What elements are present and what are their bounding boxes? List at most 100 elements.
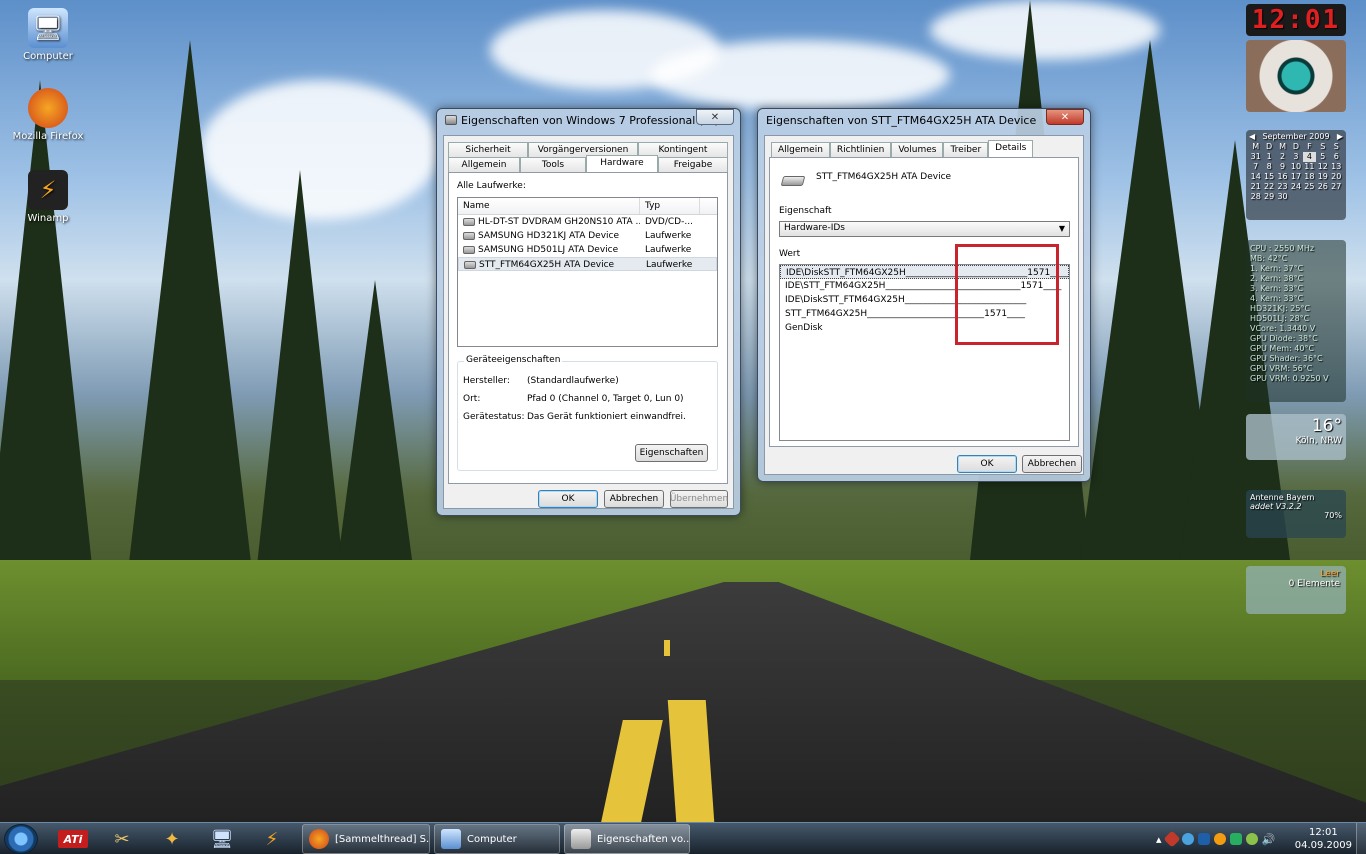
calendar-day[interactable]: 26 — [1316, 182, 1329, 192]
tab-volumes[interactable]: Volumes — [891, 142, 944, 157]
window-title-bar[interactable]: Eigenschaften von Windows 7 Professional… — [437, 109, 740, 131]
calendar-day[interactable]: 27 — [1330, 182, 1343, 192]
calendar-day[interactable]: 17 — [1289, 172, 1302, 182]
calendar-prev-icon[interactable]: ◀ — [1249, 132, 1255, 141]
drive-row[interactable]: HL-DT-ST DVDRAM GH20NS10 ATA ... DVD/CD-… — [458, 215, 717, 229]
calendar-day[interactable]: 30 — [1276, 192, 1289, 202]
tools-pinned-icon[interactable]: ✂ — [102, 826, 142, 852]
tab-hardware[interactable]: Hardware — [586, 155, 658, 172]
puzzle-pinned-icon[interactable]: ✦ — [152, 826, 192, 852]
calendar-day[interactable] — [1303, 192, 1316, 202]
recycle-bin-gadget[interactable]: Leer 0 Elemente — [1246, 566, 1346, 614]
ok-button[interactable]: OK — [538, 490, 598, 508]
tab-sicherheit[interactable]: Sicherheit — [448, 142, 528, 157]
calendar-day[interactable]: 10 — [1289, 162, 1302, 172]
calendar-day-today[interactable]: 4 — [1302, 152, 1317, 162]
calendar-day[interactable]: 12 — [1316, 162, 1329, 172]
calendar-day[interactable]: 15 — [1262, 172, 1275, 182]
radio-gadget[interactable]: Antenne Bayern addet V3.2.2 70% — [1246, 490, 1346, 538]
winamp-pinned-icon[interactable]: ⚡ — [252, 826, 292, 852]
ok-button[interactable]: OK — [957, 455, 1017, 473]
column-header-type[interactable]: Typ — [640, 198, 700, 214]
calendar-day[interactable]: 1 — [1262, 152, 1275, 162]
apply-button[interactable]: Übernehmen — [670, 490, 728, 508]
calendar-day[interactable] — [1289, 192, 1302, 202]
computer-icon — [441, 829, 461, 849]
calendar-day[interactable]: 22 — [1262, 182, 1275, 192]
calendar-day[interactable]: 3 — [1289, 152, 1302, 162]
tray-expand-icon[interactable]: ▴ — [1156, 833, 1162, 846]
drive-row[interactable]: SAMSUNG HD321KJ ATA Device Laufwerke — [458, 229, 717, 243]
start-button[interactable] — [4, 824, 38, 854]
system-monitor-gadget[interactable]: CPU : 2550 MHz MB: 42°C 1. Kern: 37°C 2.… — [1246, 240, 1346, 402]
tray-info-icon[interactable] — [1213, 833, 1226, 845]
task-firefox[interactable]: [Sammelthread] S... — [302, 824, 430, 854]
calendar-day[interactable]: 9 — [1276, 162, 1289, 172]
drive-row[interactable]: SAMSUNG HD501LJ ATA Device Laufwerke — [458, 243, 717, 257]
calendar-day[interactable]: 18 — [1303, 172, 1316, 182]
calendar-day[interactable]: 19 — [1316, 172, 1329, 182]
cancel-button[interactable]: Abbrechen — [604, 490, 664, 508]
properties-button[interactable]: Eigenschaften — [635, 444, 708, 462]
task-computer[interactable]: Computer — [434, 824, 560, 854]
volume-icon[interactable]: 🔊 — [1262, 833, 1276, 846]
device-properties-group: Geräteeigenschaften Hersteller: (Standar… — [457, 355, 718, 471]
calendar-day[interactable]: 16 — [1276, 172, 1289, 182]
close-button[interactable]: ✕ — [1046, 109, 1084, 125]
tab-treiber[interactable]: Treiber — [943, 142, 989, 157]
calendar-day[interactable]: 20 — [1330, 172, 1343, 182]
taskbar-clock[interactable]: 12:01 04.09.2009 — [1295, 826, 1352, 852]
calendar-day[interactable]: 28 — [1249, 192, 1262, 202]
calendar-day[interactable]: 2 — [1276, 152, 1289, 162]
column-header-name[interactable]: Name — [458, 198, 640, 214]
tab-details[interactable]: Details — [988, 140, 1034, 157]
calendar-day[interactable]: 5 — [1316, 152, 1329, 162]
tab-richtlinien[interactable]: Richtlinien — [829, 142, 892, 157]
calendar-day[interactable]: 21 — [1249, 182, 1262, 192]
calendar-day[interactable]: 25 — [1303, 182, 1316, 192]
drive-type: DVD/CD-... — [645, 217, 693, 227]
clock-time: 12:01 — [1308, 827, 1338, 838]
calendar-day[interactable]: 7 — [1249, 162, 1262, 172]
calendar-day[interactable]: 24 — [1289, 182, 1302, 192]
calendar-day[interactable]: 29 — [1262, 192, 1275, 202]
calendar-day[interactable]: 31 — [1249, 152, 1262, 162]
tray-bluetooth-icon[interactable] — [1197, 833, 1210, 845]
eye-gadget[interactable] — [1246, 40, 1346, 112]
window-title-bar[interactable]: Eigenschaften von STT_FTM64GX25H ATA Dev… — [758, 109, 1090, 131]
calendar-day[interactable]: 6 — [1330, 152, 1343, 162]
drives-list[interactable]: Name Typ HL-DT-ST DVDRAM GH20NS10 ATA ..… — [457, 197, 718, 347]
show-desktop-button[interactable] — [1356, 823, 1366, 854]
calendar-next-icon[interactable]: ▶ — [1337, 132, 1343, 141]
tray-app-icon[interactable] — [1163, 830, 1181, 848]
calendar-day[interactable]: 23 — [1276, 182, 1289, 192]
tray-network-icon[interactable] — [1181, 833, 1194, 845]
drive-row-selected[interactable]: STT_FTM64GX25H ATA Device Laufwerke — [458, 257, 717, 271]
desktop-icon-firefox[interactable]: Mozilla Firefox — [10, 88, 86, 142]
network-pinned-icon[interactable]: 🖥 — [202, 826, 242, 852]
calendar-day[interactable] — [1316, 192, 1329, 202]
task-properties[interactable]: Eigenschaften vo... — [564, 824, 690, 854]
calendar-day[interactable]: 11 — [1303, 162, 1316, 172]
calendar-day[interactable]: 8 — [1262, 162, 1275, 172]
tab-freigabe[interactable]: Freigabe — [658, 157, 728, 172]
calendar-day[interactable]: 14 — [1249, 172, 1262, 182]
tab-tools[interactable]: Tools — [520, 157, 586, 172]
desktop-icon-computer[interactable]: 🖥 Computer — [10, 8, 86, 62]
ati-pinned-icon[interactable]: ATi — [58, 830, 88, 848]
cancel-button[interactable]: Abbrechen — [1022, 455, 1082, 473]
weather-gadget[interactable]: 16° Köln, NRW — [1246, 414, 1346, 460]
tray-status-icon[interactable] — [1245, 833, 1258, 845]
property-select[interactable]: Hardware-IDs ▼ — [779, 221, 1070, 237]
drive-type: Laufwerke — [645, 231, 692, 241]
tab-allgemein[interactable]: Allgemein — [771, 142, 830, 157]
desktop-icon-winamp[interactable]: ⚡ Winamp — [10, 170, 86, 224]
calendar-gadget[interactable]: ◀ September 2009 ▶ M D M D F S S 31 1 2 3 … — [1246, 130, 1346, 220]
close-button[interactable]: ✕ — [696, 109, 734, 125]
tray-security-icon[interactable] — [1229, 833, 1242, 845]
calendar-day[interactable]: 13 — [1330, 162, 1343, 172]
clock-gadget[interactable]: 12:01 — [1246, 4, 1346, 36]
drive-properties-window[interactable]: Eigenschaften von Windows 7 Professional… — [436, 108, 741, 516]
tab-allgemein[interactable]: Allgemein — [448, 157, 520, 172]
calendar-day[interactable] — [1330, 192, 1343, 202]
